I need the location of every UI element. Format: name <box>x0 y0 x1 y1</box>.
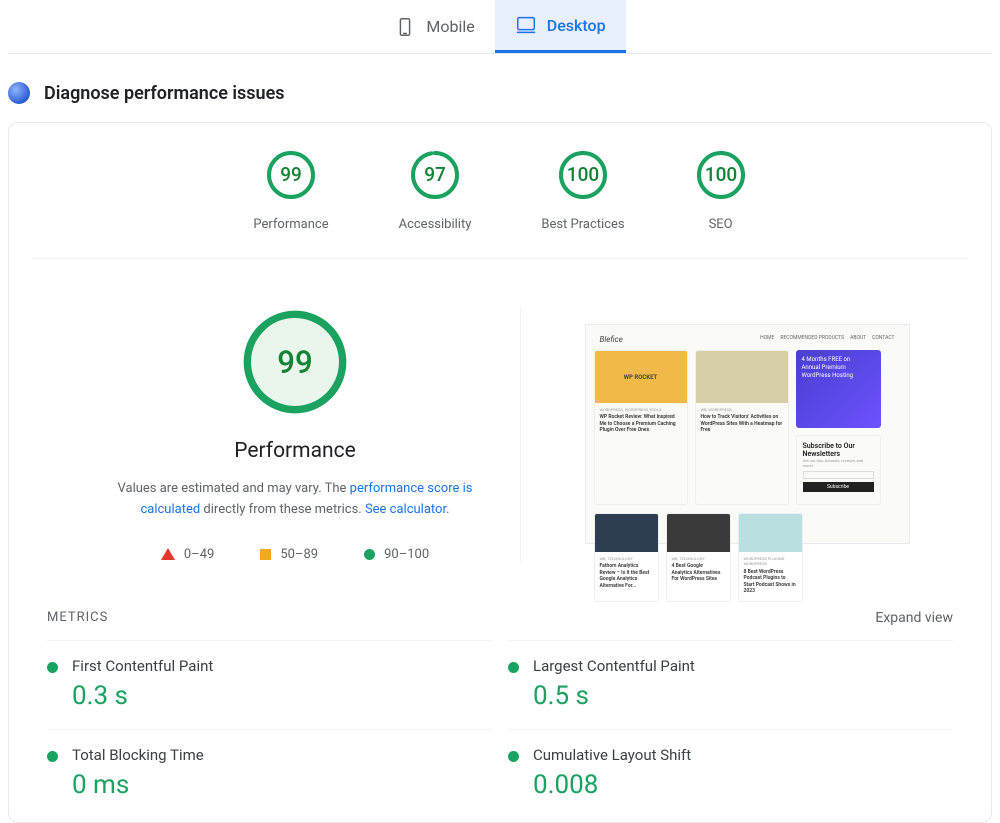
square-icon <box>260 549 271 560</box>
score-gauge-accessibility[interactable]: 97 Accessibility <box>399 149 472 232</box>
metrics-grid: First Contentful Paint 0.3 s Largest Conte… <box>9 640 991 822</box>
gauge-icon: 99 <box>265 149 317 201</box>
metric-value: 0 ms <box>72 770 204 800</box>
gauge-value: 99 <box>280 163 302 186</box>
section-title: Diagnose performance issues <box>44 83 285 104</box>
metric-name: Total Blocking Time <box>72 746 204 764</box>
desc-prefix: Values are estimated and may vary. The <box>118 481 350 496</box>
status-dot-icon <box>47 662 58 673</box>
metric-name: First Contentful Paint <box>72 657 213 675</box>
gauge-label: Best Practices <box>541 217 624 232</box>
metric-name: Largest Contentful Paint <box>533 657 695 675</box>
metric-largest-contentful-paint: Largest Contentful Paint 0.5 s <box>508 640 953 729</box>
performance-gauge-value: 99 <box>277 344 312 381</box>
gauge-label: Accessibility <box>399 217 472 232</box>
status-dot-icon <box>508 751 519 762</box>
expand-view-link[interactable]: Expand view <box>875 610 953 626</box>
link-see-calculator[interactable]: See calculator. <box>365 502 450 517</box>
performance-gauge-label: Performance <box>91 439 500 463</box>
legend: 0–49 50–89 90–100 <box>91 547 500 562</box>
gauge-icon: 100 <box>557 149 609 201</box>
lighthouse-icon <box>8 82 30 104</box>
performance-gauge: 99 <box>240 307 350 417</box>
hero: 99 Performance Values are estimated and … <box>9 259 991 584</box>
score-gauge-best-practices[interactable]: 100 Best Practices <box>541 149 624 232</box>
legend-good-label: 90–100 <box>384 547 429 562</box>
tab-desktop-label: Desktop <box>547 16 606 35</box>
legend-good: 90–100 <box>364 547 429 562</box>
legend-bad-label: 0–49 <box>184 547 214 562</box>
gauge-label: SEO <box>695 217 747 232</box>
gauge-value: 100 <box>567 163 599 186</box>
status-dot-icon <box>508 662 519 673</box>
metric-cumulative-layout-shift: Cumulative Layout Shift 0.008 <box>508 729 953 818</box>
metric-value: 0.3 s <box>72 681 213 711</box>
performance-description: Values are estimated and may vary. The p… <box>91 479 500 521</box>
metric-value: 0.5 s <box>533 681 695 711</box>
metric-name: Cumulative Layout Shift <box>533 746 691 764</box>
screenshot-thumbnail: BleficeHOMERECOMMENDED PRODUCTSABOUTCONT… <box>585 324 910 544</box>
metric-total-blocking-time: Total Blocking Time 0 ms <box>47 729 492 818</box>
scores-row: 99 Performance 97 Accessibility 100 Best Prac… <box>33 149 967 259</box>
triangle-icon <box>161 548 175 560</box>
metrics-heading: METRICS <box>47 610 108 626</box>
gauge-label: Performance <box>253 217 328 232</box>
gauge-icon: 97 <box>409 149 461 201</box>
tab-mobile[interactable]: Mobile <box>374 0 494 53</box>
tab-desktop[interactable]: Desktop <box>495 0 626 53</box>
status-dot-icon <box>47 751 58 762</box>
metric-value: 0.008 <box>533 770 691 800</box>
legend-mid-label: 50–89 <box>280 547 318 562</box>
mobile-icon <box>394 16 416 38</box>
report-card: 99 Performance 97 Accessibility 100 Best Prac… <box>8 122 992 823</box>
legend-bad: 0–49 <box>161 547 214 562</box>
metric-first-contentful-paint: First Contentful Paint 0.3 s <box>47 640 492 729</box>
legend-mid: 50–89 <box>260 547 318 562</box>
tab-mobile-label: Mobile <box>426 17 474 36</box>
gauge-value: 100 <box>704 163 736 186</box>
gauge-icon: 100 <box>695 149 747 201</box>
score-gauge-performance[interactable]: 99 Performance <box>253 149 328 232</box>
hero-left: 99 Performance Values are estimated and … <box>91 307 521 562</box>
desktop-icon <box>515 14 537 36</box>
screenshot-thumbnail-wrap: BleficeHOMERECOMMENDED PRODUCTSABOUTCONT… <box>565 324 910 544</box>
gauge-value: 97 <box>424 163 446 186</box>
score-gauge-seo[interactable]: 100 SEO <box>695 149 747 232</box>
section-header: Diagnose performance issues <box>0 54 1000 122</box>
desc-mid: directly from these metrics. <box>200 502 365 517</box>
device-tabs: Mobile Desktop <box>8 0 992 54</box>
circle-icon <box>364 549 375 560</box>
